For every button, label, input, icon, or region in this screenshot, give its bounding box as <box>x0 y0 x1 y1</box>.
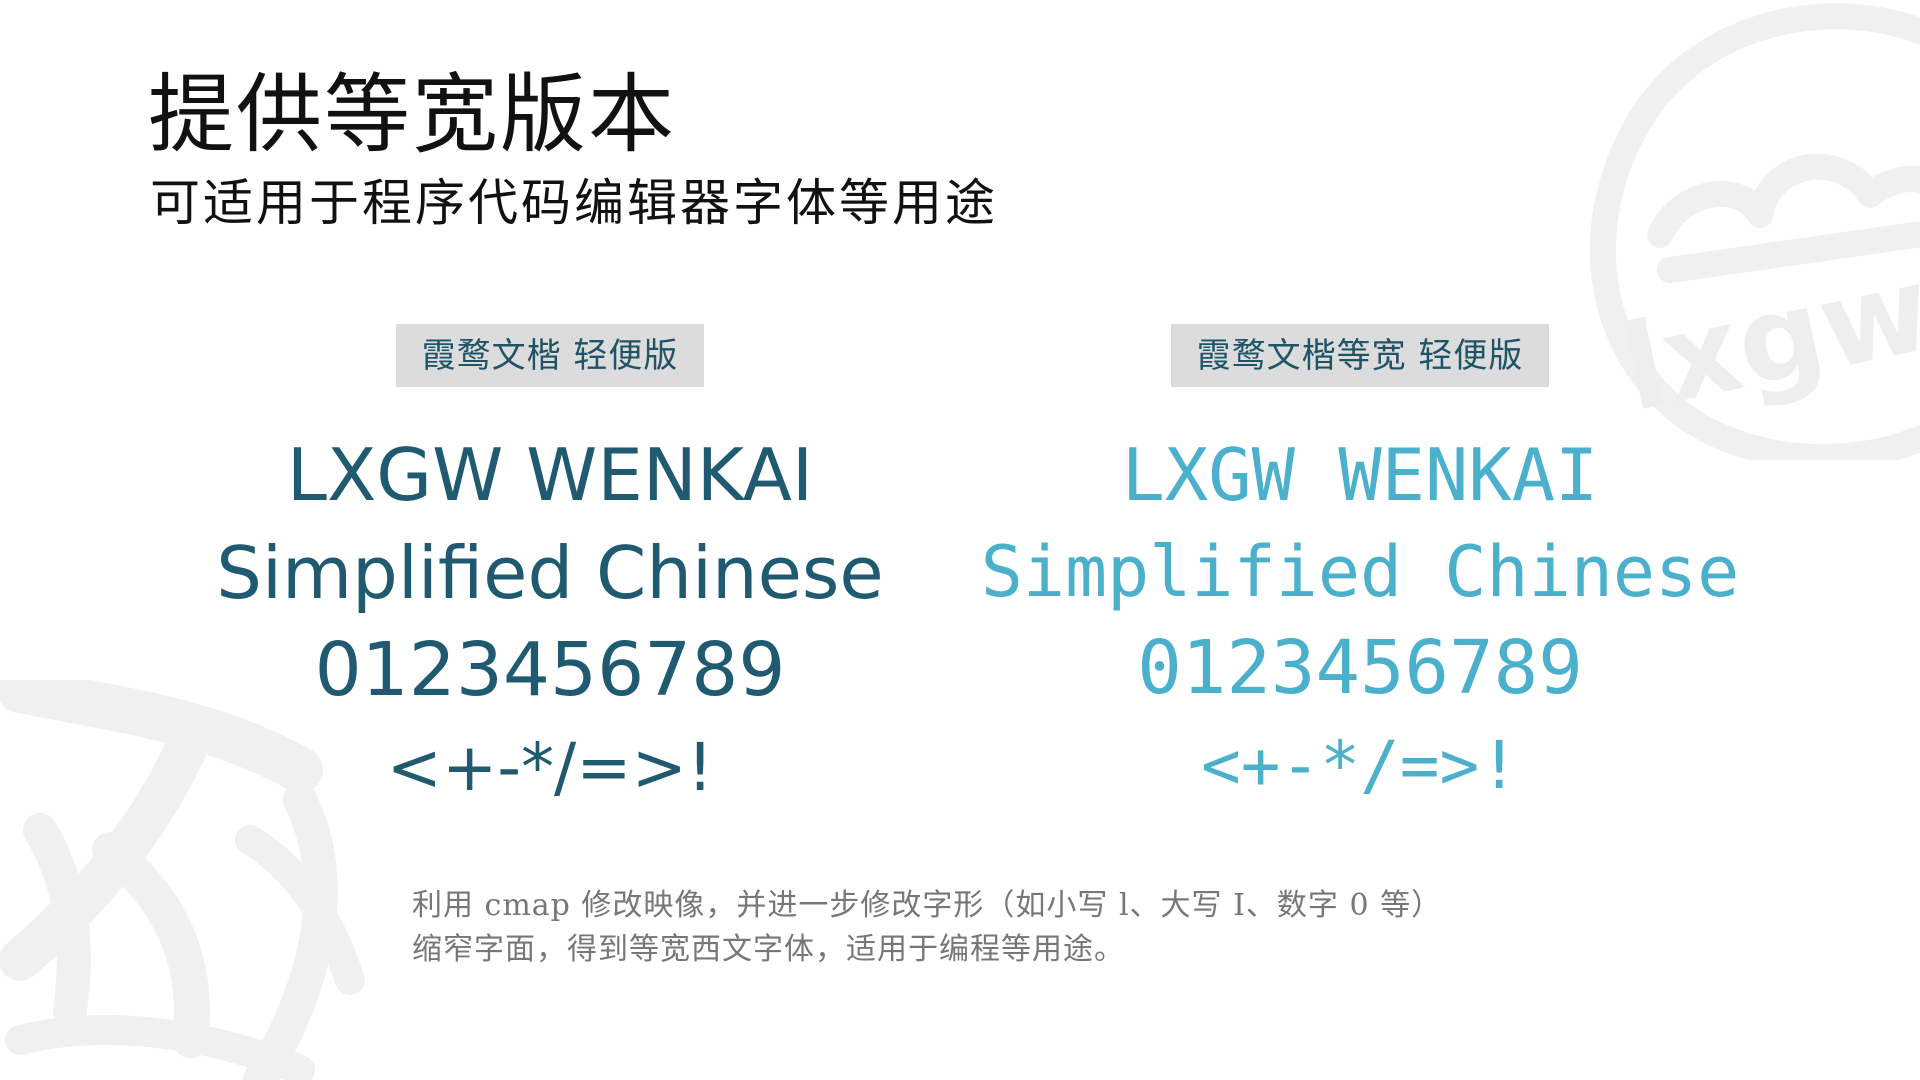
sample-line-latin-caps: LXGW WENKAI <box>1121 433 1599 517</box>
page-subtitle: 可适用于程序代码编辑器字体等用途 <box>150 174 998 232</box>
sample-line-latin-mixed: Simplified Chinese <box>980 531 1740 613</box>
sample-lines-monospace: LXGW WENKAI Simplified Chinese 012345678… <box>970 439 1750 799</box>
description-line-2: 缩窄字面，得到等宽西文字体，适用于编程等用途。 <box>412 932 1125 967</box>
sample-line-digits: 0123456789 <box>1137 625 1583 711</box>
sample-line-digits: 0123456789 <box>314 627 786 713</box>
sample-line-latin-mixed: Simplified Chinese <box>216 531 884 615</box>
sample-line-latin-caps: LXGW WENKAI <box>286 433 814 517</box>
sample-standard: 霞鹜文楷 轻便版 LXGW WENKAI Simplified Chinese … <box>150 324 950 801</box>
description: 利用 cmap 修改映像，并进一步修改字形（如小写 l、大写 I、数字 0 等）… <box>412 884 1442 972</box>
sample-lines-standard: LXGW WENKAI Simplified Chinese 012345678… <box>150 439 950 801</box>
page-title: 提供等宽版本 <box>148 65 676 165</box>
sample-monospace: 霞鹜文楷等宽 轻便版 LXGW WENKAI Simplified Chines… <box>970 324 1750 799</box>
sample-line-symbols: <+-*/=>! <box>386 729 714 806</box>
sample-line-symbols: <+-*/=>! <box>1201 727 1519 804</box>
font-tag-monospace: 霞鹜文楷等宽 轻便版 <box>1170 324 1550 387</box>
font-tag-standard: 霞鹜文楷 轻便版 <box>395 324 705 387</box>
description-line-1: 利用 cmap 修改映像，并进一步修改字形（如小写 l、大写 I、数字 0 等） <box>412 888 1443 923</box>
